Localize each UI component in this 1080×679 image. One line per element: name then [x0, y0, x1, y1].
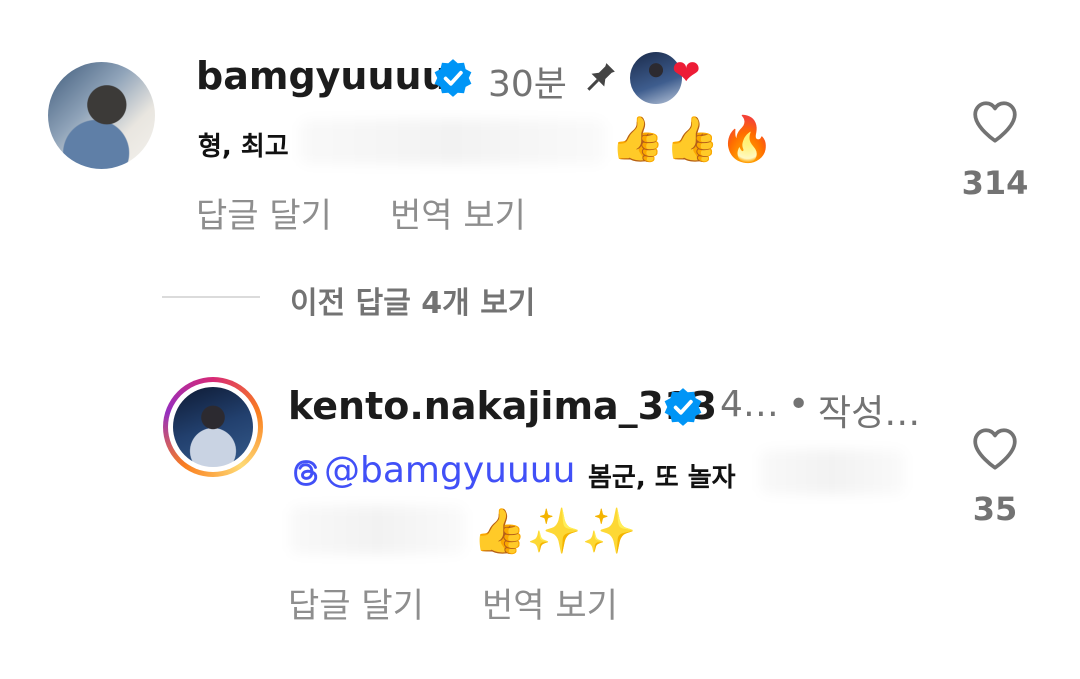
view-previous-replies-button[interactable]: 이전 답글 4개 보기: [290, 278, 535, 322]
verified-badge-icon: [664, 388, 702, 426]
translate-button[interactable]: 번역 보기: [390, 188, 526, 237]
story-ring-avatar-kento[interactable]: [163, 377, 263, 477]
like-heart-icon[interactable]: [970, 424, 1020, 474]
reply-button[interactable]: 답글 달기: [196, 188, 332, 237]
like-heart-icon[interactable]: [970, 97, 1020, 147]
verified-badge-icon: [434, 59, 472, 97]
mention-link[interactable]: @bamgyuuuu: [324, 450, 575, 491]
username-comment-1[interactable]: bamgyuuuu: [196, 54, 449, 98]
comment-1-text: 형, 최고: [198, 132, 289, 162]
reply-button[interactable]: 답글 달기: [288, 578, 424, 627]
comment-2-time: 4…: [720, 384, 779, 425]
translate-button[interactable]: 번역 보기: [482, 578, 618, 627]
threads-logo-icon: [294, 460, 318, 486]
author-label: 작성…: [818, 393, 921, 434]
username-comment-2[interactable]: kento.nakajima_313: [288, 384, 717, 428]
comment-2-emoji: 👍✨✨: [472, 506, 637, 557]
blurred-text: [290, 506, 465, 554]
like-count-comment-1: 314: [961, 164, 1029, 202]
avatar-bamgyuuuu[interactable]: [48, 62, 155, 169]
avatar-kento: [173, 387, 253, 467]
pin-icon: [587, 63, 615, 91]
comment-1-emoji: 👍👍🔥: [610, 114, 775, 165]
meta-separator: •: [788, 384, 810, 425]
comment-2-text: 봄군, 또 놀자: [588, 463, 736, 493]
author-liked-heart-icon: ❤: [672, 53, 701, 93]
blurred-text: [300, 120, 605, 164]
thread-divider: [162, 296, 260, 298]
like-count-comment-2: 35: [972, 490, 1018, 528]
blurred-text: [760, 450, 905, 494]
comment-1-time: 30분: [488, 64, 567, 105]
